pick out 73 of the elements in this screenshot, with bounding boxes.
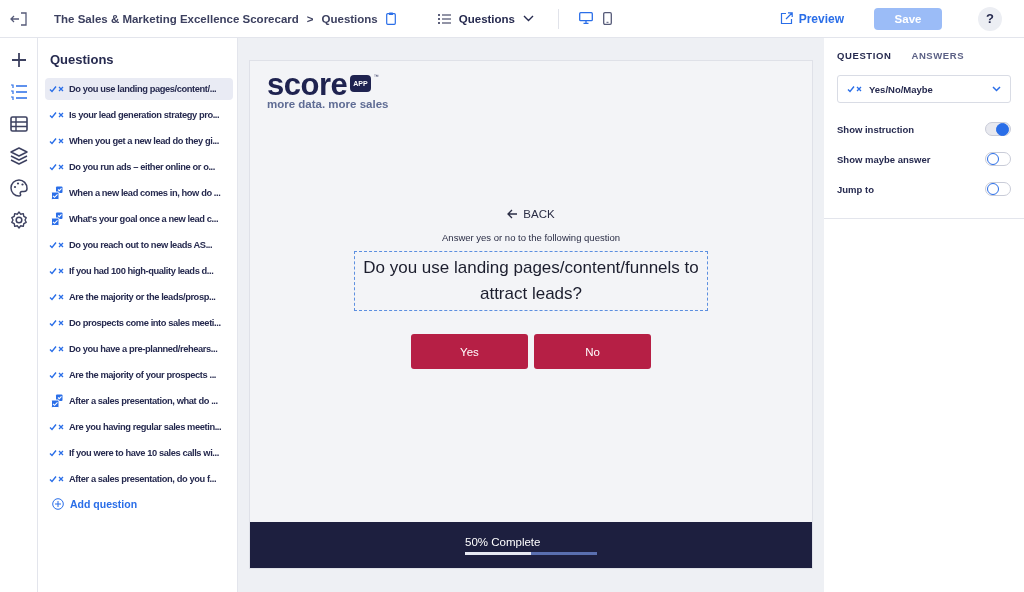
toggle-switch[interactable] xyxy=(985,182,1011,196)
toggle-label: Jump to xyxy=(837,183,874,195)
clipboard-icon[interactable] xyxy=(385,12,396,25)
settings-icon[interactable] xyxy=(8,210,29,230)
settings-tab[interactable]: QUESTION xyxy=(837,50,892,61)
settings-tab[interactable]: ANSWERS xyxy=(911,50,965,61)
toggle-switch[interactable] xyxy=(985,122,1011,136)
check-cross-icon xyxy=(49,293,65,301)
breadcrumb-link[interactable]: The Sales & Marketing Excellence Scorecard xyxy=(54,12,299,25)
question-type-dropdown[interactable]: Yes/No/Maybe xyxy=(837,75,1011,103)
toggle-switch[interactable] xyxy=(985,152,1011,166)
question-item[interactable]: After a sales presentation, what do ... xyxy=(45,390,233,412)
question-item[interactable]: If you were to have 10 sales calls wi... xyxy=(45,442,233,464)
check-cross-icon xyxy=(49,345,65,353)
question-item[interactable]: When a new lead comes in, how do ... xyxy=(45,182,233,204)
question-item[interactable]: Do you reach out to new leads AS... xyxy=(45,234,233,256)
check-cross-icon xyxy=(49,475,65,483)
view-menu[interactable]: Questions xyxy=(433,10,538,27)
check-cross-icon xyxy=(49,241,65,249)
answer-button[interactable]: No xyxy=(534,334,651,369)
help-button[interactable]: ? xyxy=(978,6,1002,31)
chevron-down-icon xyxy=(523,15,534,22)
question-item[interactable]: Are you having regular sales meetin... xyxy=(45,416,233,438)
check-cross-icon xyxy=(49,449,65,457)
multiple-choice-icon xyxy=(51,394,63,408)
mobile-phone-icon[interactable] xyxy=(603,12,612,25)
logo-tagline: more data. more sales xyxy=(267,98,390,110)
toggle-label: Show maybe answer xyxy=(837,153,931,165)
question-item[interactable]: After a sales presentation, do you f... xyxy=(45,468,233,490)
layers-icon[interactable] xyxy=(8,146,29,166)
question-item[interactable]: Do prospects come into sales meeti... xyxy=(45,312,233,334)
multiple-choice-icon xyxy=(51,212,63,226)
toggle-label: Show instruction xyxy=(837,123,915,135)
preview-link[interactable]: Preview xyxy=(779,11,844,26)
numbered-list-icon[interactable] xyxy=(8,82,29,102)
arrow-left-icon xyxy=(507,209,519,219)
logo-wordmark: score xyxy=(267,71,348,99)
check-cross-icon xyxy=(49,137,65,145)
check-cross-icon xyxy=(49,111,65,119)
question-item[interactable]: If you had 100 high-quality leads d... xyxy=(45,260,233,282)
desktop-icon[interactable] xyxy=(579,12,593,24)
check-cross-icon xyxy=(847,85,863,93)
question-item[interactable]: What's your goal once a new lead c... xyxy=(45,208,233,230)
check-cross-icon xyxy=(49,163,65,171)
question-item[interactable]: Is your lead generation strategy pro... xyxy=(45,104,233,126)
instruction-text: Answer yes or no to the following question xyxy=(442,232,620,243)
check-cross-icon xyxy=(49,319,65,327)
question-item[interactable]: Do you use landing pages/content/... xyxy=(45,78,233,100)
multiple-choice-icon xyxy=(51,186,63,200)
question-item[interactable]: Do you have a pre-planned/rehears... xyxy=(45,338,233,360)
check-cross-icon xyxy=(49,371,65,379)
answer-button[interactable]: Yes xyxy=(411,334,528,369)
palette-icon[interactable] xyxy=(8,178,29,198)
exit-icon[interactable] xyxy=(10,11,28,26)
check-cross-icon xyxy=(49,85,65,93)
list-icon xyxy=(437,13,451,24)
external-link-icon xyxy=(779,12,793,25)
check-cross-icon xyxy=(49,423,65,431)
progress-text: 50% Complete xyxy=(465,535,542,548)
add-circle-icon xyxy=(52,498,64,510)
chevron-down-icon xyxy=(992,86,1001,92)
check-cross-icon xyxy=(49,267,65,275)
add-question-link[interactable]: Add question xyxy=(45,494,233,514)
question-item[interactable]: Are the majority of your prospects ... xyxy=(45,364,233,386)
back-link[interactable]: BACK xyxy=(507,208,555,220)
panel-title: Questions xyxy=(50,52,115,67)
question-text: Do you use landing pages/content/funnels to attract leads? xyxy=(354,251,708,311)
question-item[interactable]: Do you run ads – either online or o... xyxy=(45,156,233,178)
breadcrumb-current: Questions xyxy=(321,12,378,25)
question-item[interactable]: When you get a new lead do they gi... xyxy=(45,130,233,152)
question-item[interactable]: Are the majority or the leads/prosp... xyxy=(45,286,233,308)
breadcrumb-separator: > xyxy=(306,12,314,25)
table-icon[interactable] xyxy=(8,114,29,134)
